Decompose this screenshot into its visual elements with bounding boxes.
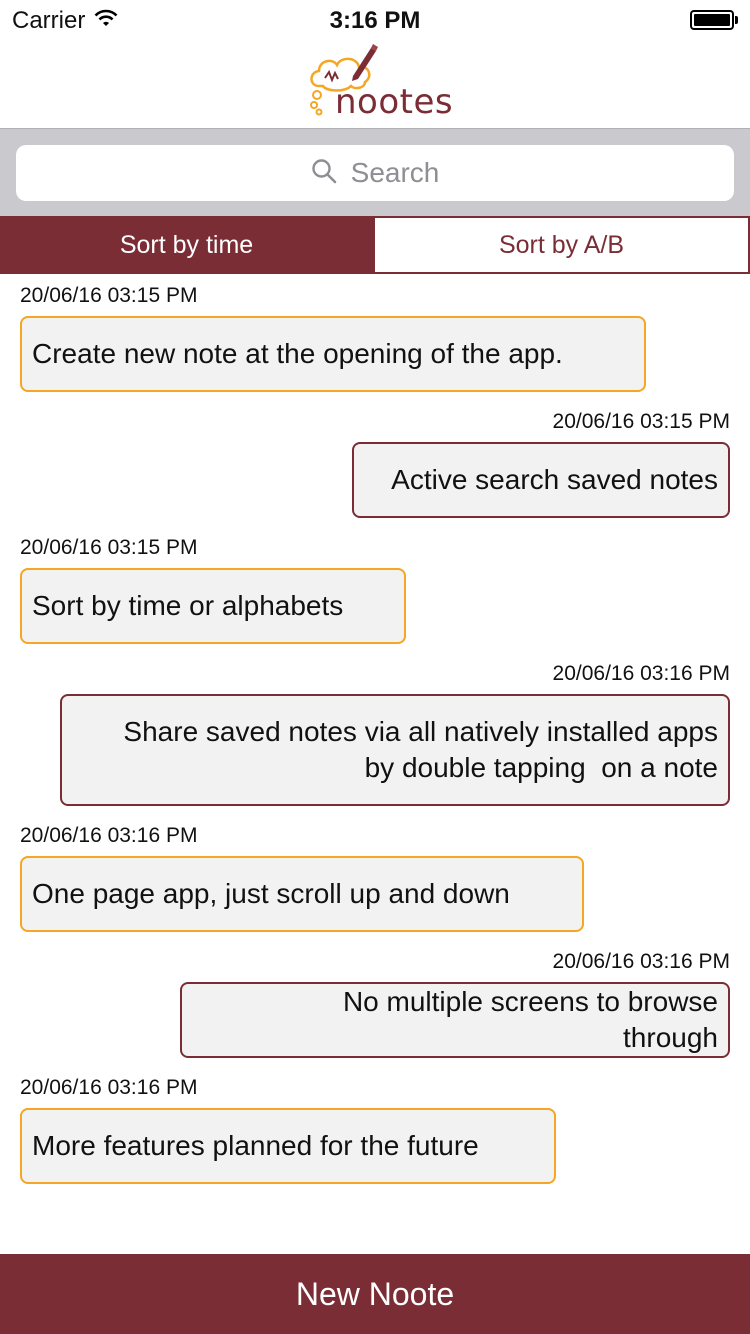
logo-text: nootes (335, 82, 454, 122)
search-icon (311, 158, 337, 189)
note-timestamp: 20/06/16 03:15 PM (552, 410, 730, 433)
status-time: 3:16 PM (329, 7, 421, 34)
note-bubble[interactable]: Active search saved notes (352, 442, 730, 518)
search-bar: Search (0, 128, 750, 216)
note-text-line: No multiple screens to browse (342, 986, 718, 1017)
new-note-button[interactable]: New Noote (0, 1254, 750, 1334)
note-text-line: Share saved notes via all natively insta… (123, 716, 718, 747)
note-timestamp: 20/06/16 03:16 PM (20, 824, 198, 847)
note-text: One page app, just scroll up and down (32, 878, 510, 909)
note-text: Sort by time or alphabets (32, 590, 344, 621)
note-bubble[interactable]: No multiple screens to browse through (180, 982, 730, 1058)
note-bubble[interactable]: One page app, just scroll up and down (20, 856, 584, 932)
app-header: nootes (0, 40, 750, 128)
sort-by-alpha-tab[interactable]: Sort by A/B (373, 218, 748, 272)
note-text: Active search saved notes (391, 464, 718, 495)
note-bubble[interactable]: Create new note at the opening of the ap… (20, 316, 646, 392)
search-input[interactable]: Search (16, 145, 734, 201)
pen-icon (352, 44, 378, 81)
note-bubble[interactable]: Share saved notes via all natively insta… (60, 694, 730, 806)
note-text-line: by double tapping on a note (364, 752, 718, 783)
search-placeholder: Search (350, 157, 440, 188)
note-text: More features planned for the future (32, 1130, 479, 1161)
note-timestamp: 20/06/16 03:16 PM (20, 1076, 198, 1099)
app-logo: nootes (305, 42, 453, 122)
note-timestamp: 20/06/16 03:15 PM (20, 284, 198, 307)
sort-by-time-tab[interactable]: Sort by time (0, 218, 373, 272)
note-bubble[interactable]: Sort by time or alphabets (20, 568, 406, 644)
note-timestamp: 20/06/16 03:16 PM (552, 950, 730, 973)
sort-segmented-control: Sort by time Sort by A/B (0, 216, 750, 274)
note-text-line: through (623, 1022, 718, 1053)
note-timestamp: 20/06/16 03:16 PM (552, 662, 730, 685)
note-text: Create new note at the opening of the ap… (32, 338, 563, 369)
status-bar: Carrier 3:16 PM (0, 0, 750, 40)
note-bubble[interactable]: More features planned for the future (20, 1108, 556, 1184)
note-timestamp: 20/06/16 03:15 PM (20, 536, 198, 559)
battery-icon (690, 10, 738, 30)
